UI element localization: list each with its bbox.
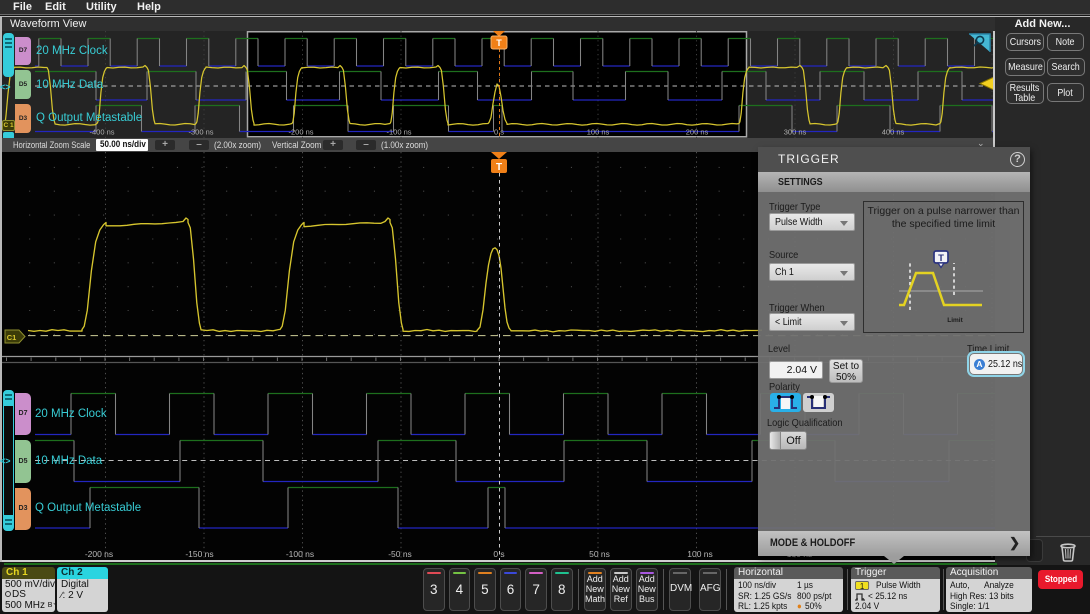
svg-text:-150 ns: -150 ns (185, 549, 213, 559)
svg-text:200 ns: 200 ns (686, 128, 709, 137)
svg-text:100 ns: 100 ns (687, 549, 713, 559)
svg-text:C1: C1 (7, 333, 17, 342)
svg-text:T: T (938, 253, 944, 264)
svg-text:100 ns: 100 ns (587, 128, 610, 137)
svg-text:400 ns: 400 ns (882, 128, 905, 137)
svg-text:T: T (496, 38, 502, 48)
svg-text:-200 ns: -200 ns (288, 128, 313, 137)
svg-text:0 s: 0 s (494, 128, 504, 137)
svg-text:-50 ns: -50 ns (388, 549, 412, 559)
svg-text:-100 ns: -100 ns (286, 549, 314, 559)
svg-text:0 s: 0 s (493, 549, 504, 559)
svg-text:-400 ns: -400 ns (89, 128, 114, 137)
svg-text:-300 ns: -300 ns (188, 128, 213, 137)
svg-text:-100 ns: -100 ns (386, 128, 411, 137)
svg-text:Limit: Limit (947, 317, 963, 324)
svg-text:-200 ns: -200 ns (85, 549, 113, 559)
svg-text:T: T (496, 162, 502, 173)
svg-text:300 ns: 300 ns (784, 128, 807, 137)
svg-text:50 ns: 50 ns (589, 549, 610, 559)
